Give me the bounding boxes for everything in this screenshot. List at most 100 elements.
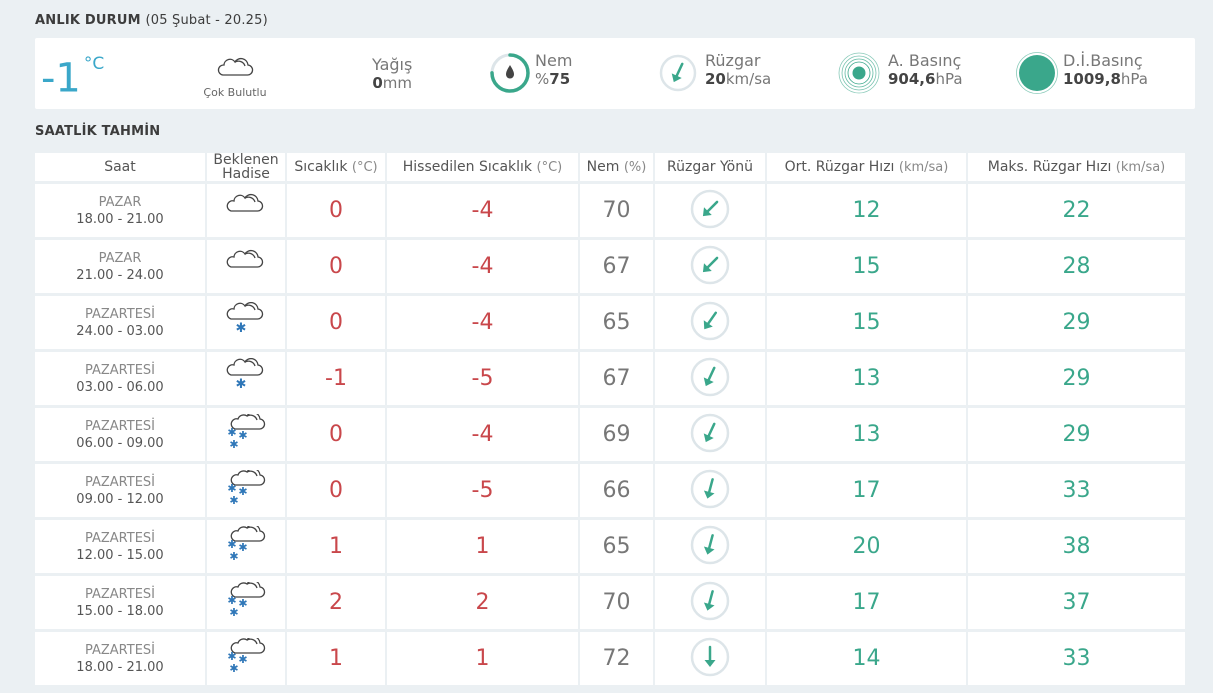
cell-hours: 06.00 - 09.00 [76,435,164,451]
cell-humidity: 69 [580,408,653,461]
table-row: PAZARTESİ 12.00 - 15.00 ✱ ✱ ✱ 1 1 65 20 38 [35,520,1185,573]
cell-wind-avg: 17 [767,464,966,517]
wind-direction-icon [690,469,730,508]
cell-temp: 0 [287,464,385,517]
table-row: PAZARTESİ 09.00 - 12.00 ✱ ✱ ✱ 0 -5 66 17 33 [35,464,1185,517]
cell-temp: 0 [287,296,385,349]
table-row: PAZAR 18.00 - 21.00 0 -4 70 12 22 [35,184,1185,237]
cell-hours: 15.00 - 18.00 [76,603,164,619]
cell-feels: -4 [387,408,578,461]
humidity-gauge [489,52,531,98]
cell-temp: 0 [287,408,385,461]
cloud-icon [217,57,254,76]
cell-wind-direction [655,464,765,517]
svg-text:✱: ✱ [229,606,238,619]
svg-text:✱: ✱ [229,550,238,563]
cell-wind-direction [655,184,765,237]
col-hissedilen: Hissedilen Sıcaklık (°C) [387,153,578,181]
cell-wind-max: 22 [968,184,1185,237]
cell-wind-direction [655,352,765,405]
cell-time: PAZARTESİ 12.00 - 15.00 [35,520,205,573]
table-row: PAZARTESİ 24.00 - 03.00 ✱ 0 -4 65 15 29 [35,296,1185,349]
cloud-heavy-snow-icon: ✱ ✱✱ [227,467,266,507]
cell-time: PAZAR 21.00 - 24.00 [35,240,205,293]
forecast-rows: PAZAR 18.00 - 21.00 0 -4 70 12 22 PAZAR 21.00 - … [35,184,1185,685]
cloud-snow-icon: ✱ [226,357,264,392]
cell-humidity: 70 [580,576,653,629]
cell-wind-avg: 14 [767,632,966,685]
cloud-heavy-snow-icon: ✱ ✱✱ [227,579,266,619]
cell-humidity: 65 [580,296,653,349]
cell-wind-avg: 17 [767,576,966,629]
wind-direction-icon [690,637,730,676]
svg-text:✱: ✱ [236,377,247,392]
cell-feels: 1 [387,520,578,573]
wind-arrow-icon [659,54,697,92]
hourly-forecast-table: Saat Beklenen Hadise Sıcaklık (°C) Hissed… [33,150,1187,688]
wind-direction-icon [690,245,730,284]
cell-feels: -5 [387,352,578,405]
cell-day: PAZARTESİ [84,474,156,490]
cell-time: PAZAR 18.00 - 21.00 [35,184,205,237]
cloud-heavy-snow-icon: ✱ ✱✱ [227,523,266,563]
col-saat: Saat [35,153,205,181]
cell-hours: 24.00 - 03.00 [76,323,164,339]
wind-direction-icon [690,189,730,228]
cell-temp: 0 [287,184,385,237]
cell-day: PAZARTESİ [84,362,156,378]
cell-wind-avg: 15 [767,296,966,349]
cell-condition: ✱ [207,296,285,349]
wind-direction-icon [690,581,730,620]
cell-wind-max: 29 [968,352,1185,405]
cell-time: PAZARTESİ 24.00 - 03.00 [35,296,205,349]
cell-humidity: 70 [580,184,653,237]
cell-day: PAZAR [98,250,142,266]
table-row: PAZARTESİ 18.00 - 21.00 ✱ ✱ ✱ 1 1 72 14 33 [35,632,1185,685]
cell-hours: 21.00 - 24.00 [76,267,164,283]
cloud-heavy-snow-icon: ✱ ✱✱ [227,411,266,451]
current-date: (05 Şubat - 20.25) [145,13,268,28]
cell-condition: ✱ ✱ ✱ [207,408,285,461]
cell-wind-direction [655,296,765,349]
cell-wind-direction [655,632,765,685]
wind-direction-icon [690,525,730,564]
cell-humidity: 66 [580,464,653,517]
cell-time: PAZARTESİ 06.00 - 09.00 [35,408,205,461]
cell-wind-avg: 20 [767,520,966,573]
col-hadise: Beklenen Hadise [207,153,285,181]
cell-hours: 18.00 - 21.00 [76,211,164,227]
svg-text:✱: ✱ [236,321,247,336]
cell-temp: -1 [287,352,385,405]
cell-time: PAZARTESİ 09.00 - 12.00 [35,464,205,517]
cell-hours: 18.00 - 21.00 [76,659,164,675]
cell-humidity: 65 [580,520,653,573]
svg-text:✱: ✱ [238,653,247,666]
cell-wind-direction [655,408,765,461]
table-row: PAZARTESİ 03.00 - 06.00 ✱ -1 -5 67 13 29 [35,352,1185,405]
current-humidity: Nem %75 [535,51,573,88]
cell-condition: ✱ [207,352,285,405]
cell-condition: ✱ ✱ ✱ [207,464,285,517]
cell-condition: ✱ ✱ ✱ [207,576,285,629]
cloud-icon [226,193,264,212]
cell-temp: 1 [287,520,385,573]
cloud-icon [226,249,264,268]
current-conditions-panel: -1 °C Çok Bulutlu Yağış 0mm Nem %75 Rüzg… [35,38,1195,109]
col-nem: Nem (%) [580,153,653,181]
svg-text:✱: ✱ [229,662,238,675]
cell-wind-max: 28 [968,240,1185,293]
cell-wind-direction [655,240,765,293]
cell-day: PAZARTESİ [84,306,156,322]
cell-day: PAZAR [98,194,142,210]
cell-wind-max: 38 [968,520,1185,573]
cell-humidity: 72 [580,632,653,685]
hourly-forecast-heading: SAATLİK TAHMİN [35,124,161,139]
svg-text:✱: ✱ [229,494,238,507]
current-temperature: -1 °C [41,54,105,102]
cell-day: PAZARTESİ [84,418,156,434]
svg-text:✱: ✱ [238,541,247,554]
col-yon: Rüzgar Yönü [655,153,765,181]
col-ort: Ort. Rüzgar Hızı (km/sa) [767,153,966,181]
col-sicaklik: Sıcaklık (°C) [287,153,385,181]
cell-hours: 03.00 - 06.00 [76,379,164,395]
